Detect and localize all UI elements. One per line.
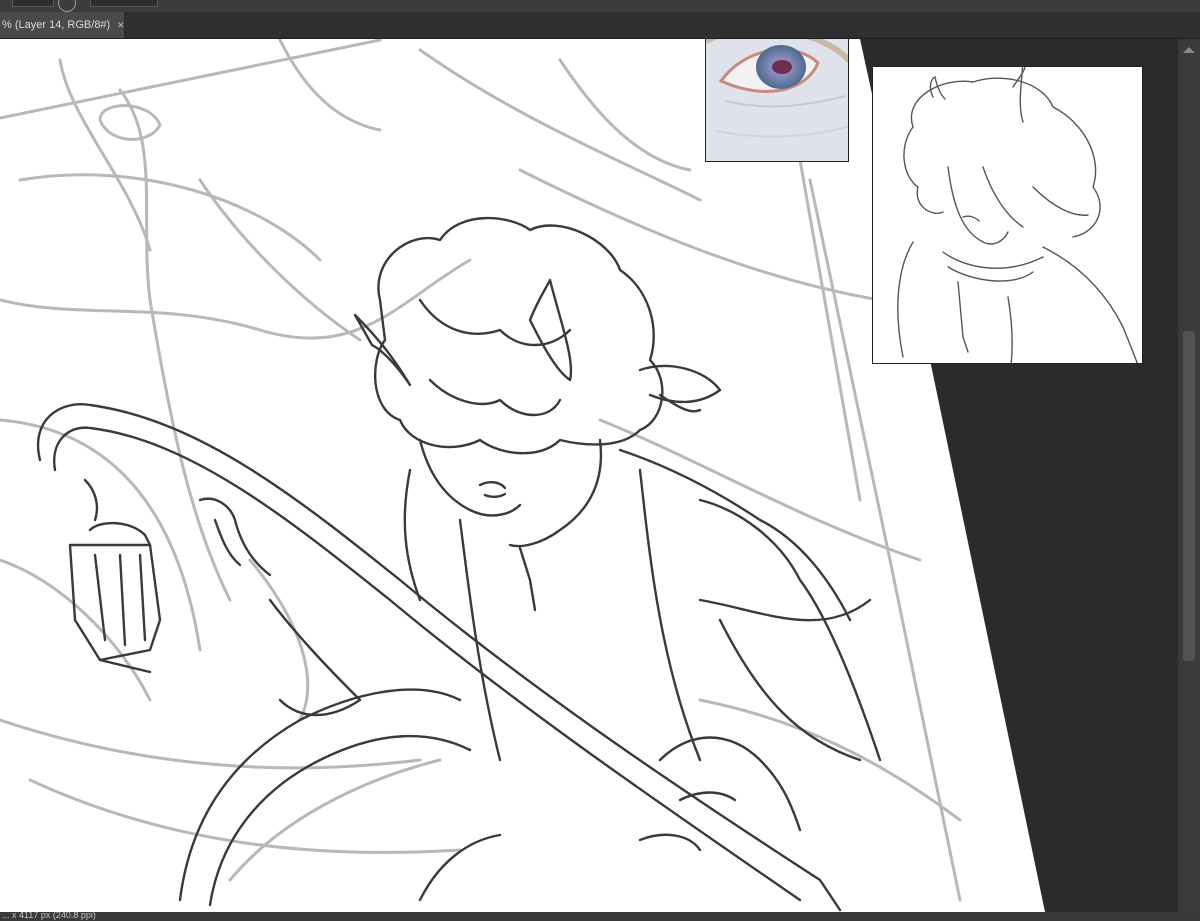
document-tab[interactable]: % (Layer 14, RGB/8#) × bbox=[0, 12, 125, 38]
document-tab-bar: % (Layer 14, RGB/8#) × bbox=[0, 12, 1200, 39]
scroll-up-icon[interactable] bbox=[1183, 47, 1195, 53]
tool-option-field[interactable] bbox=[12, 0, 54, 7]
status-bar: ... x 4117 px (240.8 ppi) bbox=[0, 912, 1200, 921]
canvas-area[interactable] bbox=[0, 39, 1178, 912]
document-tab-title: % (Layer 14, RGB/8#) bbox=[2, 19, 111, 31]
character-sketch-reference[interactable] bbox=[872, 66, 1143, 364]
scrollbar-thumb[interactable] bbox=[1183, 331, 1195, 661]
document-info-text: ... x 4117 px (240.8 ppi) bbox=[2, 912, 96, 920]
tool-option-dropdown[interactable] bbox=[90, 0, 158, 7]
brush-size-icon[interactable] bbox=[58, 0, 76, 12]
close-tab-icon[interactable]: × bbox=[117, 18, 124, 32]
vertical-scrollbar[interactable] bbox=[1178, 39, 1200, 912]
eye-photo-graphic bbox=[706, 39, 848, 161]
options-bar bbox=[0, 0, 1200, 12]
eye-reference-photo[interactable] bbox=[705, 39, 849, 162]
character-sketch-graphic bbox=[897, 67, 1138, 363]
